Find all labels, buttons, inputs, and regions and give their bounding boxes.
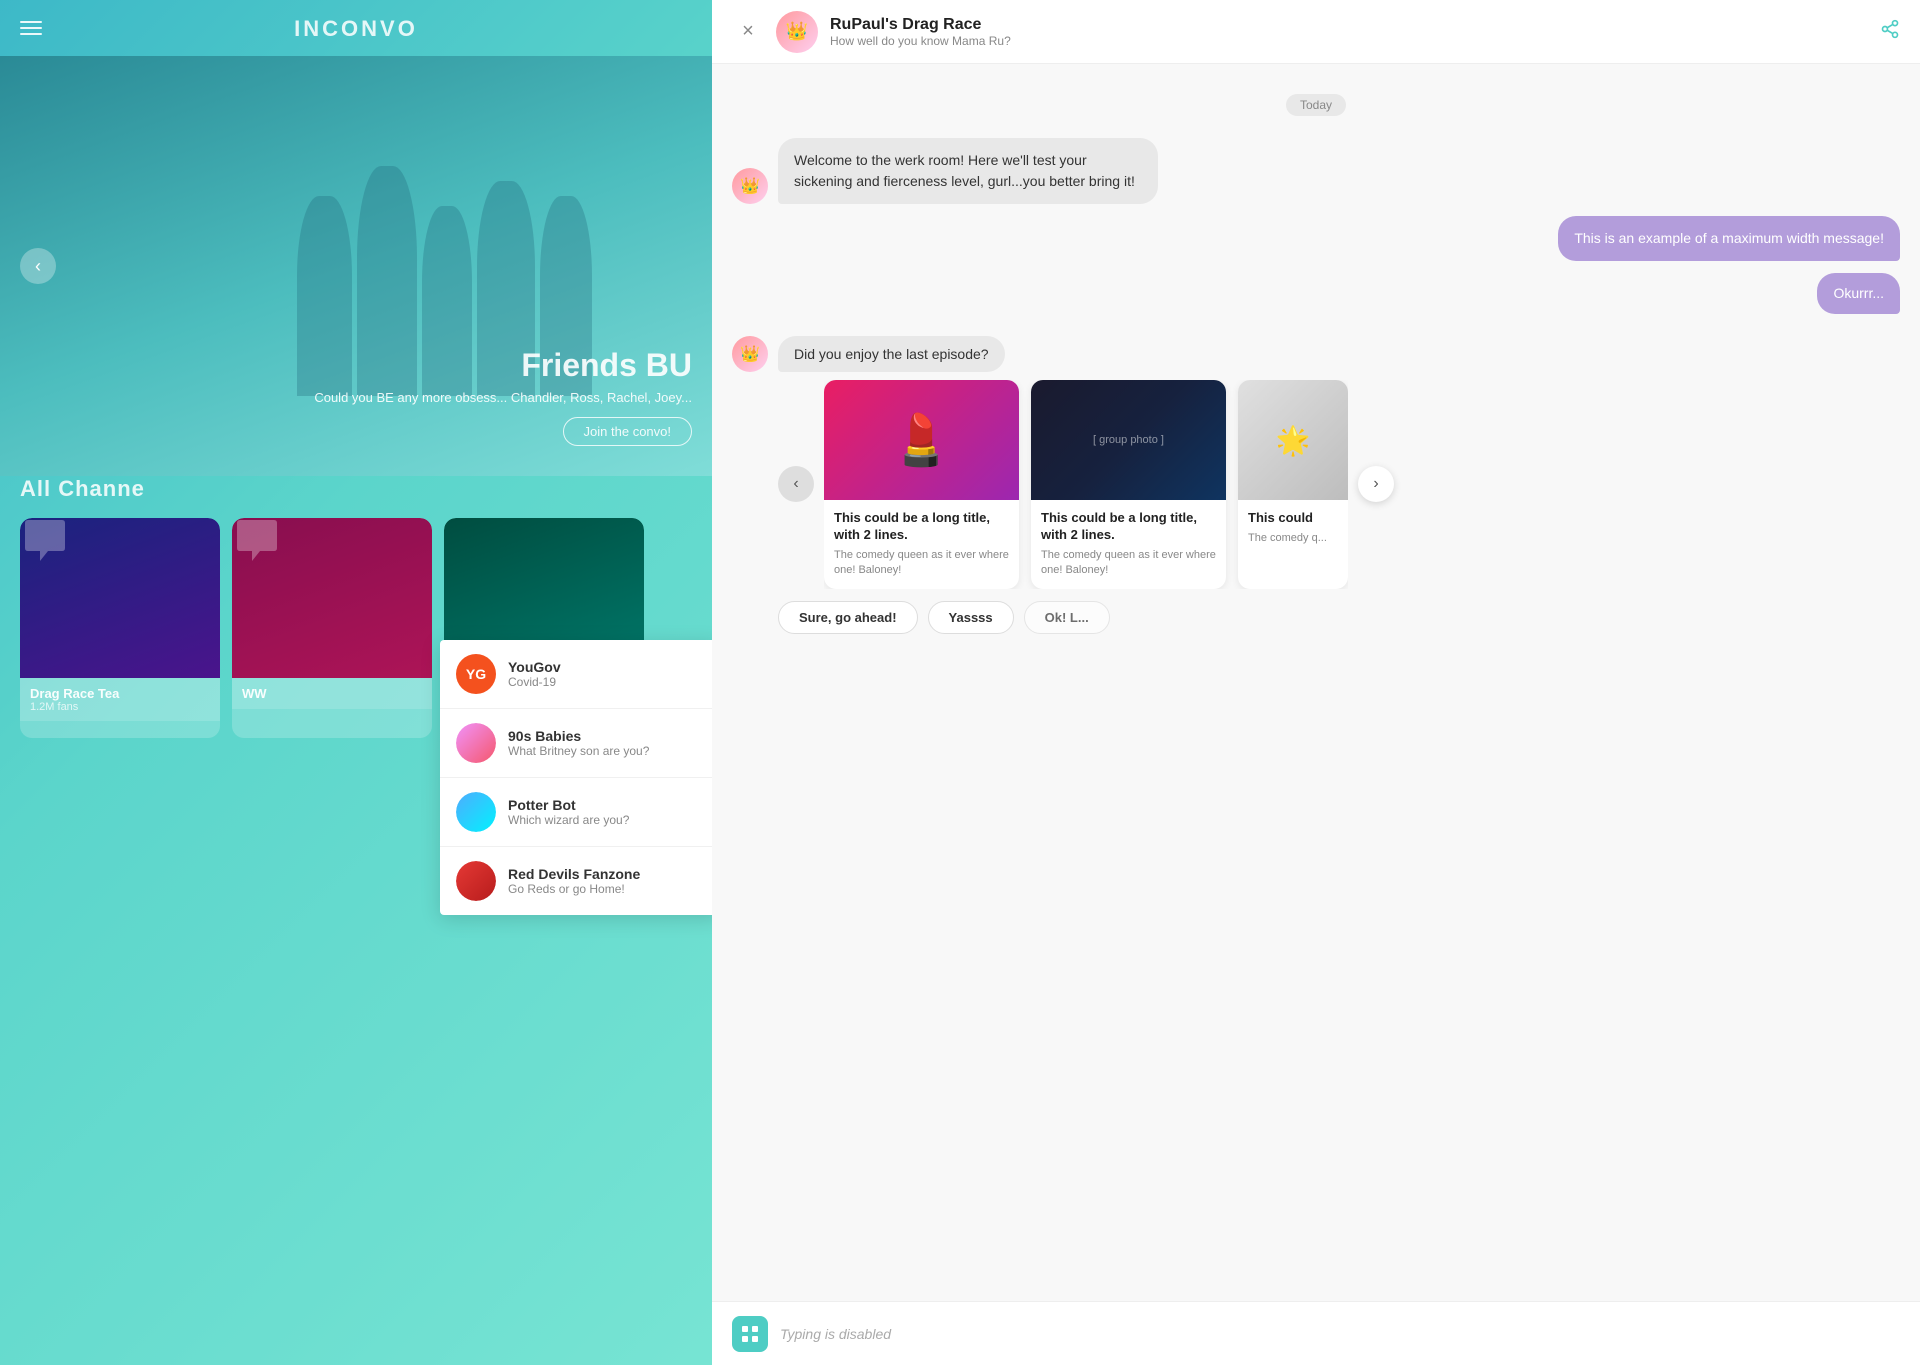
dropdown-item-yougov[interactable]: YG YouGov Covid-19 [440,640,712,709]
chat-input: Typing is disabled [780,1326,1900,1342]
content-card-2-img: [ group photo ] [1031,380,1226,500]
reddevils-info: Red Devils Fanzone Go Reds or go Home! [508,866,640,896]
app-title: INCONVO [294,16,418,42]
carousel-prev-button[interactable]: ‹ [778,466,814,502]
content-card-2-title: This could be a long title, with 2 lines… [1041,510,1216,544]
channel-card-2-img [232,518,432,678]
channel-card-2[interactable]: WW [232,518,432,738]
message-1-avatar: 👑 [732,168,768,204]
content-card-3[interactable]: 🌟 This could The comedy q... [1238,380,1348,589]
content-card-3-img: 🌟 [1238,380,1348,500]
channel-card-1-meta: 1.2M fans [30,701,210,713]
content-card-1-desc: The comedy queen as it ever where one! B… [834,548,1009,579]
grid-button[interactable] [732,1316,768,1352]
left-panel: INCONVO ‹ Friends BU Could you BE any mo… [0,0,712,1365]
reddevils-name: Red Devils Fanzone [508,866,640,882]
dropdown-item-potterbot[interactable]: Potter Bot Which wizard are you? [440,778,712,847]
cards-row: 💄 This could be a long title, with 2 lin… [824,380,1348,589]
carousel-container: ‹ 💄 This could be a long title, with 2 l… [778,380,1900,589]
channel-card-2-info: WW [232,678,432,709]
chat-header: × 👑 RuPaul's Drag Race How well do you k… [712,0,1920,64]
carousel-avatar: 👑 [732,336,768,372]
quick-reply-3[interactable]: Ok! L... [1024,601,1110,634]
chat-header-title: RuPaul's Drag Race [830,16,1880,34]
potterbot-sub: Which wizard are you? [508,813,629,827]
message-3-bubble: Okurrr... [1817,273,1900,314]
chat-avatar: 👑 [776,11,818,53]
content-card-3-body: This could The comedy q... [1238,500,1348,556]
hero-title: Friends BU [314,347,692,384]
content-card-1-body: This could be a long title, with 2 lines… [824,500,1019,589]
quick-replies: Sure, go ahead! Yassss Ok! L... [778,601,1900,634]
yougov-name: YouGov [508,659,561,675]
hero-section: ‹ Friends BU Could you BE any more obses… [0,56,712,476]
message-1: 👑 Welcome to the werk room! Here we'll t… [732,138,1900,204]
reddevils-sub: Go Reds or go Home! [508,882,640,896]
potterbot-info: Potter Bot Which wizard are you? [508,797,629,827]
potterbot-avatar [456,792,496,832]
channel-card-1[interactable]: Drag Race Tea 1.2M fans [20,518,220,738]
yougov-avatar: YG [456,654,496,694]
content-card-2-desc: The comedy queen as it ever where one! B… [1041,548,1216,579]
chat-input-bar: Typing is disabled [712,1301,1920,1365]
90sbabies-sub: What Britney son are you? [508,744,649,758]
date-separator: Today [732,94,1900,116]
content-card-3-title: This could [1248,510,1338,527]
dropdown-item-reddevils[interactable]: Red Devils Fanzone Go Reds or go Home! [440,847,712,915]
channel-dropdown: YG YouGov Covid-19 90s Babies What Britn… [440,640,712,915]
share-button[interactable] [1880,19,1900,45]
quick-reply-1[interactable]: Sure, go ahead! [778,601,918,634]
prev-arrow-button[interactable]: ‹ [20,248,56,284]
content-card-2[interactable]: [ group photo ] This could be a long tit… [1031,380,1226,589]
channel-card-1-img [20,518,220,678]
90sbabies-info: 90s Babies What Britney son are you? [508,728,649,758]
menu-button[interactable] [20,21,42,35]
message-1-bubble: Welcome to the werk room! Here we'll tes… [778,138,1158,204]
join-button[interactable]: Join the convo! [563,417,692,446]
chat-header-info: RuPaul's Drag Race How well do you know … [830,16,1880,48]
hero-text: Friends BU Could you BE any more obsess.… [314,347,692,446]
content-card-2-body: This could be a long title, with 2 lines… [1031,500,1226,589]
close-button[interactable]: × [732,16,764,48]
channel-card-1-info: Drag Race Tea 1.2M fans [20,678,220,721]
channels-title: All Channe [20,476,692,502]
potterbot-name: Potter Bot [508,797,629,813]
chat-header-subtitle: How well do you know Mama Ru? [830,34,1880,48]
content-card-3-desc: The comedy q... [1248,531,1338,546]
chat-messages: Today 👑 Welcome to the werk room! Here w… [712,64,1920,1301]
message-2: This is an example of a maximum width me… [732,216,1900,261]
yougov-sub: Covid-19 [508,675,561,689]
90sbabies-name: 90s Babies [508,728,649,744]
date-badge: Today [1286,94,1346,116]
90sbabies-avatar [456,723,496,763]
reddevils-avatar [456,861,496,901]
content-card-1-title: This could be a long title, with 2 lines… [834,510,1009,544]
quick-reply-2[interactable]: Yassss [928,601,1014,634]
hero-background: ‹ Friends BU Could you BE any more obses… [0,56,712,476]
carousel-question: Did you enjoy the last episode? [778,336,1005,372]
message-2-bubble: This is an example of a maximum width me… [1558,216,1900,261]
message-3: Okurrr... [732,273,1900,314]
content-card-1-img: 💄 [824,380,1019,500]
dropdown-item-90sbabies[interactable]: 90s Babies What Britney son are you? [440,709,712,778]
content-card-1[interactable]: 💄 This could be a long title, with 2 lin… [824,380,1019,589]
channel-card-1-name: Drag Race Tea [30,686,210,701]
hero-subtitle: Could you BE any more obsess... Chandler… [314,390,692,405]
top-bar: INCONVO [0,0,712,56]
carousel-section: 👑 Did you enjoy the last episode? ‹ 💄 [732,336,1900,634]
channel-card-2-name: WW [242,686,422,701]
carousel-next-button[interactable]: › [1358,466,1394,502]
chat-panel: × 👑 RuPaul's Drag Race How well do you k… [712,0,1920,1365]
yougov-info: YouGov Covid-19 [508,659,561,689]
carousel-question-row: 👑 Did you enjoy the last episode? [732,336,1900,372]
